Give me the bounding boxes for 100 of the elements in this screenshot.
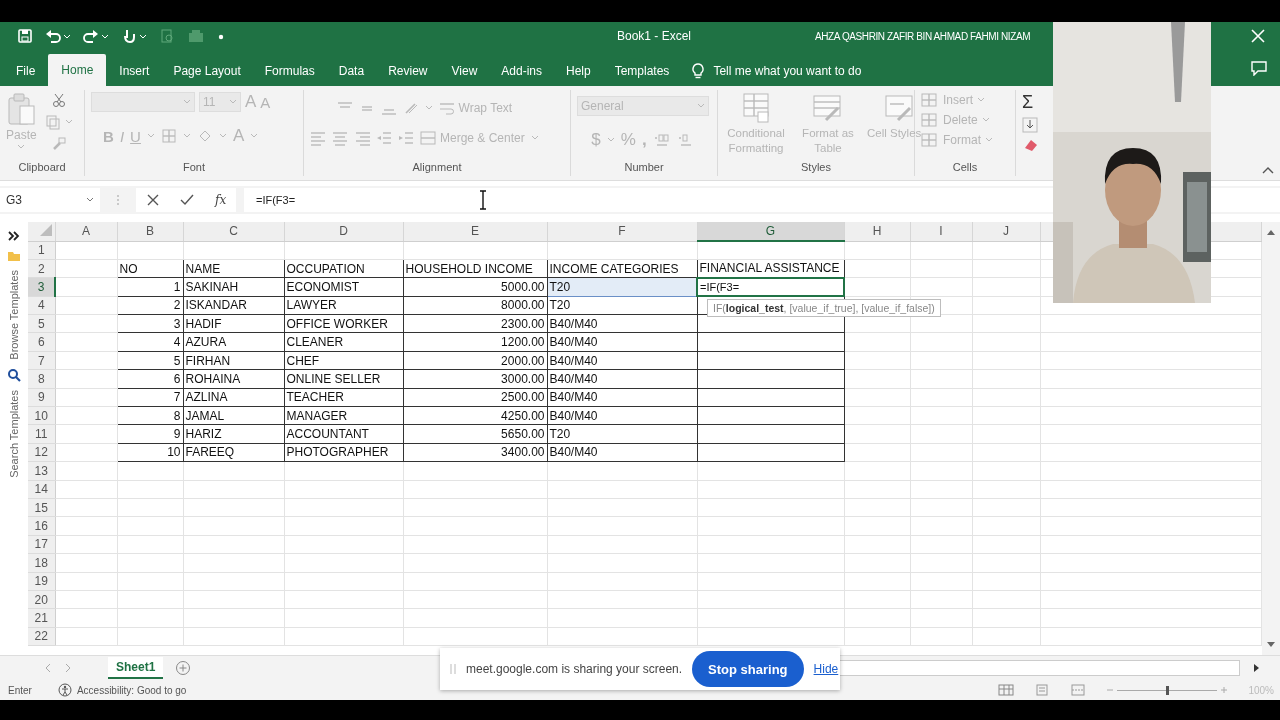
- scroll-down-icon[interactable]: [1266, 641, 1276, 649]
- ribbon-tab[interactable]: Templates: [603, 56, 681, 86]
- table-cell: ISKANDAR: [183, 296, 284, 315]
- table-cell: SAKINAH: [183, 277, 284, 297]
- ribbon-tab[interactable]: Insert: [108, 56, 161, 86]
- stop-sharing-button[interactable]: Stop sharing: [692, 651, 804, 687]
- table-cell: MANAGER: [284, 406, 403, 425]
- ribbon-tab[interactable]: Formulas: [253, 56, 326, 86]
- cell-styles-icon: [884, 92, 916, 124]
- zoom-thumb[interactable]: [1166, 685, 1170, 695]
- cancel-icon[interactable]: [145, 193, 160, 207]
- folder-icon[interactable]: [7, 250, 21, 262]
- search-field[interactable]: Tell me what you want to do: [713, 64, 862, 78]
- table-cell: 1: [117, 277, 183, 297]
- ribbon-tab[interactable]: Home: [48, 54, 107, 86]
- table-cell: LAWYER: [284, 296, 403, 315]
- cell-editor[interactable]: =IF(F3=: [697, 277, 844, 297]
- table-cell: ONLINE SELLER: [284, 369, 403, 389]
- normal-view-icon[interactable]: [998, 684, 1015, 696]
- dropdown-caret-icon: [981, 117, 990, 123]
- table-cell: 5650.00: [403, 424, 547, 444]
- ribbon-tab[interactable]: Page Layout: [162, 56, 252, 86]
- table-cell: NO: [117, 259, 183, 278]
- row-header[interactable]: 3: [28, 277, 55, 297]
- user-name: AHZA QASHRIN ZAFIR BIN AHMAD FAHMI NIZAM: [815, 30, 1031, 42]
- dropdown-caret-icon[interactable]: [229, 99, 237, 105]
- dropdown-caret-icon[interactable]: [183, 99, 191, 105]
- table-cell: 7: [117, 388, 183, 407]
- mode-indicator: Enter: [8, 684, 32, 696]
- table-cell: 4: [117, 332, 183, 352]
- checkmark-icon[interactable]: [179, 193, 196, 207]
- undo-icon[interactable]: [45, 28, 71, 44]
- cells-icon: [921, 132, 939, 148]
- table-cell: CHEF: [284, 351, 403, 370]
- zoom-in-icon[interactable]: [1220, 684, 1229, 696]
- table-cell: B40/M40: [547, 314, 697, 333]
- drag-handle-icon[interactable]: [450, 663, 456, 675]
- save-icon[interactable]: [17, 28, 33, 44]
- table-cell: 8: [117, 406, 183, 425]
- table-cell: HOUSEHOLD INCOME: [403, 259, 547, 278]
- column-header[interactable]: E: [403, 222, 547, 241]
- touch-mode-icon[interactable]: [121, 28, 147, 44]
- horizontal-scrollbar[interactable]: [838, 660, 1240, 676]
- browse-templates-tab[interactable]: Browse Templates: [8, 270, 20, 360]
- column-header[interactable]: H: [844, 222, 910, 241]
- expand-panel-icon[interactable]: [8, 230, 20, 242]
- table-cell: 2500.00: [403, 388, 547, 407]
- name-box[interactable]: G3: [0, 188, 100, 212]
- group-label: Font: [183, 161, 205, 173]
- insert-function-button[interactable]: fx: [215, 193, 227, 207]
- dropdown-caret-icon: [977, 97, 985, 103]
- table-cell: HADIF: [183, 314, 284, 333]
- table-cell: ECONOMIST: [284, 277, 403, 297]
- close-icon[interactable]: [1250, 28, 1266, 44]
- comment-icon[interactable]: [1250, 60, 1268, 76]
- column-header[interactable]: F: [547, 222, 697, 241]
- accessibility-status[interactable]: Accessibility: Good to go: [76, 684, 187, 696]
- select-all-icon[interactable]: [38, 222, 53, 237]
- table-cell: FAREEQ: [183, 443, 284, 462]
- hide-link[interactable]: Hide: [813, 662, 839, 676]
- resize-handle-icon[interactable]: [116, 193, 120, 207]
- column-header[interactable]: C: [183, 222, 284, 241]
- dropdown-caret-icon: [86, 197, 94, 203]
- redo-icon[interactable]: [83, 28, 109, 44]
- print-preview-icon[interactable]: [159, 28, 175, 44]
- table-cell: ROHAINA: [183, 369, 284, 389]
- accessibility-icon[interactable]: [57, 683, 72, 697]
- page-break-view-icon[interactable]: [1070, 684, 1087, 696]
- group-label: Number: [624, 161, 664, 173]
- column-header[interactable]: D: [284, 222, 403, 241]
- search-templates-tab[interactable]: Search Templates: [8, 389, 20, 478]
- ribbon-tab[interactable]: Review: [377, 56, 439, 86]
- next-sheet-icon[interactable]: [64, 663, 72, 673]
- table-cell: PHOTOGRAPHER: [284, 443, 403, 462]
- function-tooltip: IF(logical_test, [value_if_true], [value_if_false]): [707, 299, 941, 317]
- add-sheet-icon[interactable]: [175, 660, 192, 676]
- ribbon-tab[interactable]: Add-ins: [490, 56, 553, 86]
- dropdown-caret-icon[interactable]: [697, 103, 705, 109]
- column-header[interactable]: A: [55, 222, 117, 241]
- ribbon-tab[interactable]: Help: [555, 56, 602, 86]
- page-layout-view-icon[interactable]: [1034, 684, 1051, 696]
- ribbon-tab[interactable]: View: [440, 56, 489, 86]
- table-cell: B40/M40: [547, 332, 697, 352]
- table-cell: ACCOUNTANT: [284, 424, 403, 444]
- column-header[interactable]: J: [972, 222, 1040, 241]
- column-header[interactable]: B: [117, 222, 183, 241]
- ribbon-tab[interactable]: Data: [327, 56, 376, 86]
- text-cursor-icon: [478, 190, 488, 210]
- previous-sheet-icon[interactable]: [44, 663, 52, 673]
- column-header[interactable]: G: [697, 222, 844, 241]
- column-header[interactable]: I: [910, 222, 972, 241]
- table-cell: 9: [117, 424, 183, 444]
- scroll-up-icon[interactable]: [1266, 228, 1276, 236]
- form-icon[interactable]: [187, 28, 205, 44]
- table-cell: FINANCIAL ASSISTANCE: [697, 259, 844, 278]
- sheet-tab[interactable]: Sheet1: [108, 657, 164, 679]
- search-icon[interactable]: [7, 367, 21, 382]
- group-label: Alignment: [412, 161, 462, 173]
- ribbon-tab[interactable]: File: [5, 56, 47, 86]
- scroll-right-icon[interactable]: [1252, 663, 1260, 673]
